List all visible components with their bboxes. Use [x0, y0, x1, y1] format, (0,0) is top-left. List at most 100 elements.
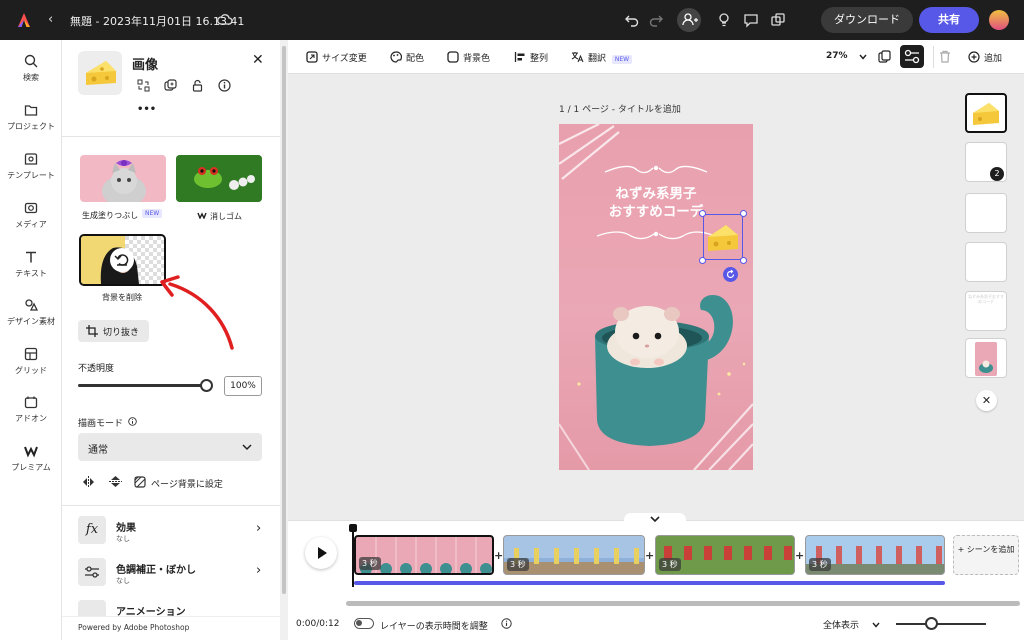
nav-text[interactable]: テキスト [0, 250, 62, 279]
layer-duration-toggle[interactable] [354, 618, 374, 629]
page-thumbnail-5[interactable]: ねずみ系男子おすすめコーデ [965, 291, 1007, 331]
set-page-background-link[interactable]: ページ背景に設定 [151, 477, 223, 490]
page-thumbnail-2[interactable]: 2 [965, 142, 1007, 182]
timeline-zoom-slider-track[interactable] [896, 623, 986, 625]
crop-button[interactable]: 切り抜き [78, 320, 149, 342]
add-transition-icon[interactable]: + [795, 549, 805, 562]
duplicate-icon[interactable] [164, 79, 177, 92]
page-thumbnail-3[interactable] [965, 193, 1007, 233]
eraser-icon [197, 212, 207, 219]
trash-icon[interactable] [939, 50, 951, 63]
close-icon[interactable]: ✕ [976, 390, 997, 411]
translate-button[interactable]: 翻訳 NEW [571, 51, 633, 64]
nav-search[interactable]: 検索 [0, 54, 62, 83]
page-thumbnail-4[interactable] [965, 242, 1007, 282]
resize-button[interactable]: サイズ変更 [306, 51, 367, 64]
arrange-button[interactable]: 整列 [514, 51, 548, 64]
timeline-clip-2[interactable]: 3 秒 [503, 535, 645, 575]
selected-cheese-image[interactable] [699, 210, 747, 264]
effects-section[interactable]: fx 効果 なし › [78, 516, 268, 546]
share-button[interactable]: 共有 [919, 7, 979, 33]
timeline-clip-4[interactable]: 3 秒 [805, 535, 945, 575]
back-chevron-icon[interactable]: ‹ [48, 12, 53, 27]
resize-handle[interactable] [740, 210, 747, 217]
nav-design-assets[interactable]: デザイン素材 [0, 298, 62, 327]
replace-image-icon[interactable] [137, 79, 150, 92]
info-icon[interactable] [128, 417, 137, 426]
rotate-handle[interactable] [723, 267, 738, 282]
page-thumbnail-6[interactable] [965, 338, 1007, 378]
animation-section[interactable]: アニメーション [78, 600, 268, 616]
background-color-button[interactable]: 背景色 [447, 51, 490, 64]
nav-grid[interactable]: グリッド [0, 347, 62, 376]
timeline-clip-3[interactable]: 3 秒 [655, 535, 795, 575]
info-icon[interactable] [218, 79, 231, 92]
close-icon[interactable]: ✕ [252, 52, 264, 68]
nav-label: テンプレート [7, 171, 55, 180]
opacity-input[interactable]: 100% [224, 376, 262, 396]
opacity-slider-thumb[interactable] [200, 379, 213, 392]
user-avatar[interactable] [989, 10, 1009, 30]
pages-icon[interactable] [878, 50, 891, 63]
template-icon [24, 153, 38, 165]
grid-icon [24, 347, 38, 361]
left-navigation: 検索 プロジェクト テンプレート メディア テキスト デザイン素材 グリッド ア… [0, 40, 62, 640]
comment-icon[interactable] [743, 12, 759, 28]
clip-duration-badge: 3 秒 [809, 558, 831, 571]
lock-icon[interactable] [191, 79, 204, 92]
zoom-dropdown[interactable]: 27% [826, 51, 871, 61]
audio-track-bar[interactable] [354, 581, 945, 585]
chevron-right-icon: › [256, 521, 262, 536]
clip-duration-badge: 3 秒 [359, 557, 381, 570]
undo-icon[interactable] [624, 12, 640, 28]
nav-addons[interactable]: アドオン [0, 395, 62, 424]
generative-fill-tool[interactable] [80, 155, 166, 202]
resize-handle[interactable] [740, 257, 747, 264]
lightbulb-icon[interactable] [716, 12, 732, 28]
flip-horizontal-icon[interactable] [82, 476, 95, 488]
frog-image-icon [176, 155, 262, 202]
play-button[interactable] [305, 537, 337, 569]
nav-media[interactable]: メディア [0, 201, 62, 230]
invite-user-button[interactable] [677, 8, 701, 32]
translate-icon [571, 52, 584, 63]
collapse-timeline-button[interactable] [624, 513, 686, 527]
resize-handle[interactable] [699, 210, 706, 217]
adobe-express-logo-icon[interactable] [14, 10, 34, 30]
timeline-scrollbar[interactable] [346, 601, 1020, 606]
adjustments-section[interactable]: 色調補正・ぼかし なし › [78, 558, 268, 588]
more-options-icon[interactable]: ••• [137, 104, 156, 115]
undo-remove-background-button[interactable] [110, 248, 134, 272]
add-button[interactable]: 追加 [968, 51, 1002, 64]
color-button[interactable]: 配色 [390, 51, 424, 64]
divider [62, 136, 280, 137]
page-thumbnail-1[interactable] [965, 93, 1007, 133]
opacity-label: 不透明度 [78, 364, 115, 374]
layers-toggle-button[interactable] [900, 45, 924, 68]
page-label[interactable]: 1 / 1 ページ - タイトルを追加 [559, 102, 681, 115]
info-icon[interactable] [501, 618, 512, 629]
page-background-icon[interactable] [134, 476, 146, 488]
nav-projects[interactable]: プロジェクト [0, 103, 62, 132]
nav-templates[interactable]: テンプレート [0, 152, 62, 181]
share-link-icon[interactable] [770, 12, 786, 28]
add-transition-icon[interactable]: + [645, 549, 655, 562]
panel-scrollbar-thumb[interactable] [282, 46, 286, 594]
playhead-handle[interactable] [349, 524, 357, 532]
design-canvas[interactable]: ねずみ系男子 おすすめコーデ [559, 124, 753, 470]
flip-vertical-icon[interactable] [109, 475, 122, 488]
timeline-clip-1[interactable]: 3 秒 [354, 535, 494, 575]
add-scene-button[interactable]: + シーンを追加 [953, 535, 1019, 575]
redo-icon[interactable] [648, 12, 664, 28]
blend-mode-dropdown[interactable]: 通常 [78, 433, 262, 461]
download-button[interactable]: ダウンロード [821, 7, 913, 33]
eraser-tool[interactable] [176, 155, 262, 202]
resize-handle[interactable] [699, 257, 706, 264]
opacity-slider-track[interactable] [78, 384, 207, 387]
nav-premium[interactable]: プレミアム [0, 442, 62, 473]
zoom-value: 27% [826, 51, 848, 61]
resize-label: サイズ変更 [322, 54, 367, 64]
view-all-dropdown[interactable]: 全体表示 [823, 618, 880, 631]
timeline-zoom-slider-thumb[interactable] [925, 617, 938, 630]
nav-label: グリッド [15, 366, 47, 375]
